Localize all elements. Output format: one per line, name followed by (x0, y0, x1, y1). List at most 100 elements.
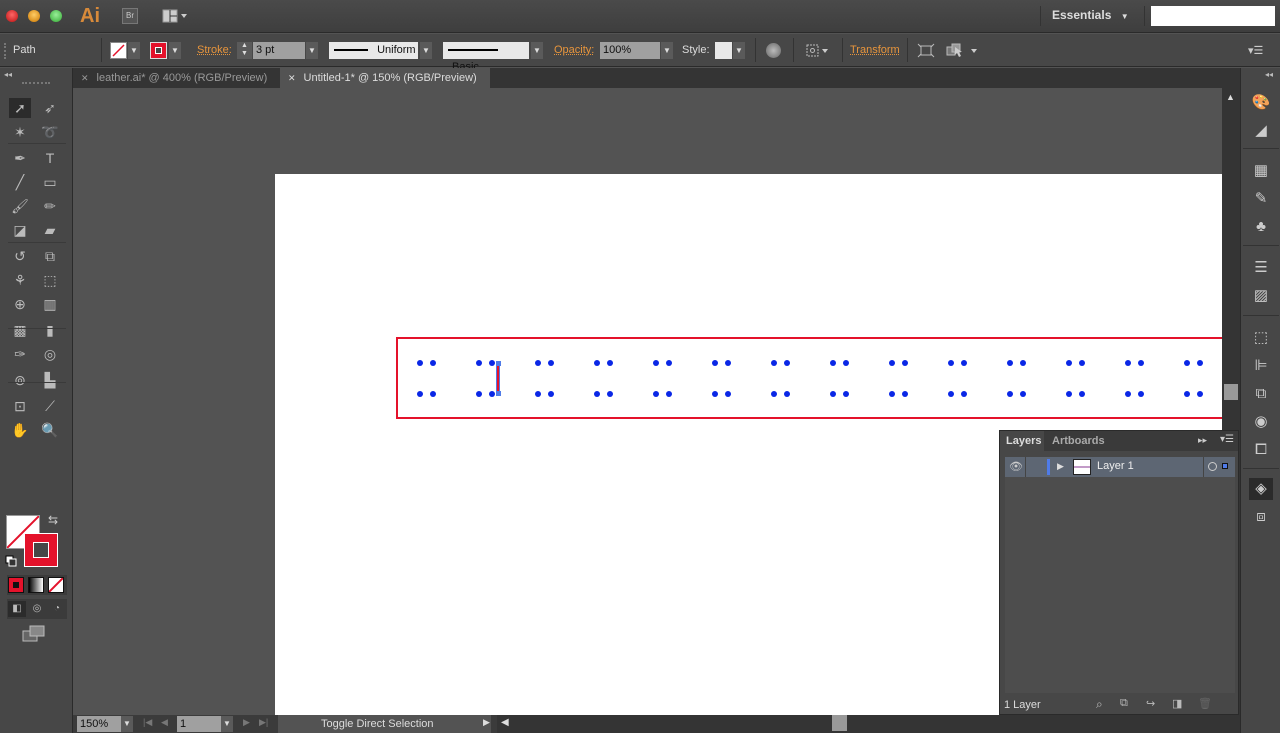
color-guide-panel-icon[interactable]: ◢ (1249, 120, 1273, 142)
stitch-hole[interactable] (1184, 391, 1190, 397)
zoom-dropdown[interactable]: ▼ (121, 716, 133, 732)
stitch-hole[interactable] (712, 360, 718, 366)
stitch-hole[interactable] (548, 360, 554, 366)
stitch-hole[interactable] (417, 391, 423, 397)
line-segment-tool[interactable]: ╱ (9, 172, 31, 192)
change-screen-mode-button[interactable] (22, 625, 46, 643)
first-artboard-icon[interactable]: |◀ (143, 717, 152, 728)
close-tab-icon[interactable]: ✕ (288, 73, 296, 83)
graphic-style-swatch[interactable] (715, 42, 732, 59)
close-tab-icon[interactable]: ✕ (81, 73, 89, 83)
direct-selection-tool[interactable]: ➶ (39, 98, 61, 118)
blend-tool[interactable]: ◎ (39, 344, 61, 364)
color-mode-button[interactable] (8, 577, 24, 593)
create-new-layer-icon[interactable]: ◨ (1172, 697, 1182, 710)
brush-definition-select[interactable]: Basic (443, 42, 529, 73)
tab-artboards[interactable]: Artboards (1046, 431, 1110, 451)
paintbrush-tool[interactable]: 🖌 (9, 196, 31, 216)
vertical-scroll-thumb[interactable] (1224, 384, 1238, 400)
column-graph-tool[interactable]: ▙ (39, 370, 61, 390)
tab-untitled-1[interactable]: ✕ Untitled-1* @ 150% (RGB/Preview) (280, 68, 490, 88)
stitch-hole[interactable] (1007, 391, 1013, 397)
close-window-button[interactable] (6, 10, 18, 22)
stitch-hole[interactable] (489, 360, 495, 366)
default-fill-stroke-button[interactable] (5, 555, 17, 567)
arrange-documents-button[interactable] (162, 9, 188, 23)
stitch-hole[interactable] (417, 360, 423, 366)
graphic-style-dropdown[interactable]: ▼ (733, 42, 745, 59)
brush-dropdown[interactable]: ▼ (531, 42, 543, 59)
stitch-hole[interactable] (948, 360, 954, 366)
recolor-artwork-icon[interactable] (766, 43, 781, 58)
anchor-point[interactable] (496, 391, 501, 396)
last-artboard-icon[interactable]: ▶| (259, 717, 268, 728)
pathfinder-panel-icon[interactable]: ⧉ (1249, 383, 1273, 405)
stitch-hole[interactable] (535, 360, 541, 366)
zoom-tool[interactable]: 🔍 (39, 420, 61, 440)
stitch-hole[interactable] (1007, 360, 1013, 366)
mesh-tool[interactable]: ▩ (9, 320, 31, 340)
collapse-panel-icon[interactable]: ◂◂ (4, 70, 12, 79)
swatches-panel-icon[interactable]: ▦ (1249, 160, 1273, 182)
lasso-tool[interactable]: ➰ (39, 122, 61, 142)
stitch-hole[interactable] (1066, 391, 1072, 397)
fill-dropdown[interactable]: ▼ (128, 42, 140, 59)
artboard-tool[interactable]: ⊡ (9, 396, 31, 416)
stitch-hole[interactable] (1125, 391, 1131, 397)
slice-tool[interactable]: ⟋ (39, 396, 61, 416)
stitch-hole[interactable] (594, 391, 600, 397)
stroke-panel-link[interactable]: Stroke: (197, 44, 232, 56)
stitch-hole[interactable] (607, 391, 613, 397)
artboards-panel-icon[interactable]: ⧈ (1249, 506, 1273, 528)
symbols-panel-icon[interactable]: ♣ (1249, 216, 1273, 238)
stitch-hole[interactable] (843, 360, 849, 366)
create-sublayer-icon[interactable]: ↪ (1146, 697, 1155, 710)
collapse-dock-icon[interactable]: ◂◂ (1265, 70, 1273, 79)
variable-width-profile-select[interactable]: Uniform (329, 42, 418, 59)
eraser-tool[interactable]: ▰ (39, 220, 61, 240)
scale-tool[interactable]: ⧉ (39, 246, 61, 266)
magic-wand-tool[interactable]: ✶ (9, 122, 31, 142)
make-clipping-mask-icon[interactable]: ⧉ (1120, 697, 1128, 710)
stroke-color-swatch[interactable] (24, 533, 58, 567)
stitch-hole[interactable] (1020, 360, 1026, 366)
brushes-panel-icon[interactable]: ✎ (1249, 188, 1273, 210)
type-tool[interactable]: T (39, 148, 61, 168)
stitch-hole[interactable] (771, 391, 777, 397)
color-panel-icon[interactable]: 🎨 (1249, 92, 1273, 114)
stitch-hole[interactable] (430, 360, 436, 366)
stitch-hole[interactable] (653, 360, 659, 366)
stitch-hole[interactable] (594, 360, 600, 366)
pen-tool[interactable]: ✒ (9, 148, 31, 168)
opacity-panel-link[interactable]: Opacity: (554, 44, 594, 56)
stitch-hole[interactable] (666, 391, 672, 397)
selection-indicator[interactable] (1222, 463, 1228, 469)
stitch-hole[interactable] (725, 391, 731, 397)
stitch-hole[interactable] (1184, 360, 1190, 366)
locate-object-icon[interactable]: ⌕ (1096, 697, 1103, 712)
stitch-hole[interactable] (712, 391, 718, 397)
hand-tool[interactable]: ✋ (9, 420, 31, 440)
align-to-button[interactable] (806, 43, 830, 58)
rectangle-tool[interactable]: ▭ (39, 172, 61, 192)
stitch-hole[interactable] (843, 391, 849, 397)
panel-grip[interactable] (22, 82, 50, 84)
fill-swatch[interactable] (110, 42, 127, 59)
artboard-number-field[interactable]: 1 (177, 716, 221, 732)
horizontal-scroll-thumb[interactable] (832, 715, 847, 731)
stitch-hole[interactable] (902, 391, 908, 397)
belt-rectangle-path[interactable] (396, 337, 1222, 419)
draw-behind-button[interactable]: ◎ (28, 601, 46, 617)
stitch-hole[interactable] (784, 391, 790, 397)
visibility-eye-icon[interactable]: 👁 (1009, 460, 1023, 473)
scroll-left-icon[interactable]: ◀ (501, 717, 509, 728)
scroll-up-icon[interactable]: ▲ (1226, 92, 1235, 102)
stitch-hole[interactable] (1197, 391, 1203, 397)
stitch-hole[interactable] (607, 360, 613, 366)
stitch-hole[interactable] (1138, 360, 1144, 366)
tab-leather[interactable]: ✕ leather.ai* @ 400% (RGB/Preview) (73, 68, 276, 88)
transparency-panel-icon[interactable]: ⧠ (1249, 439, 1273, 461)
transform-panel-icon[interactable]: ⬚ (1249, 327, 1273, 349)
isolate-selected-button[interactable] (917, 43, 935, 58)
profile-dropdown[interactable]: ▼ (420, 42, 432, 59)
